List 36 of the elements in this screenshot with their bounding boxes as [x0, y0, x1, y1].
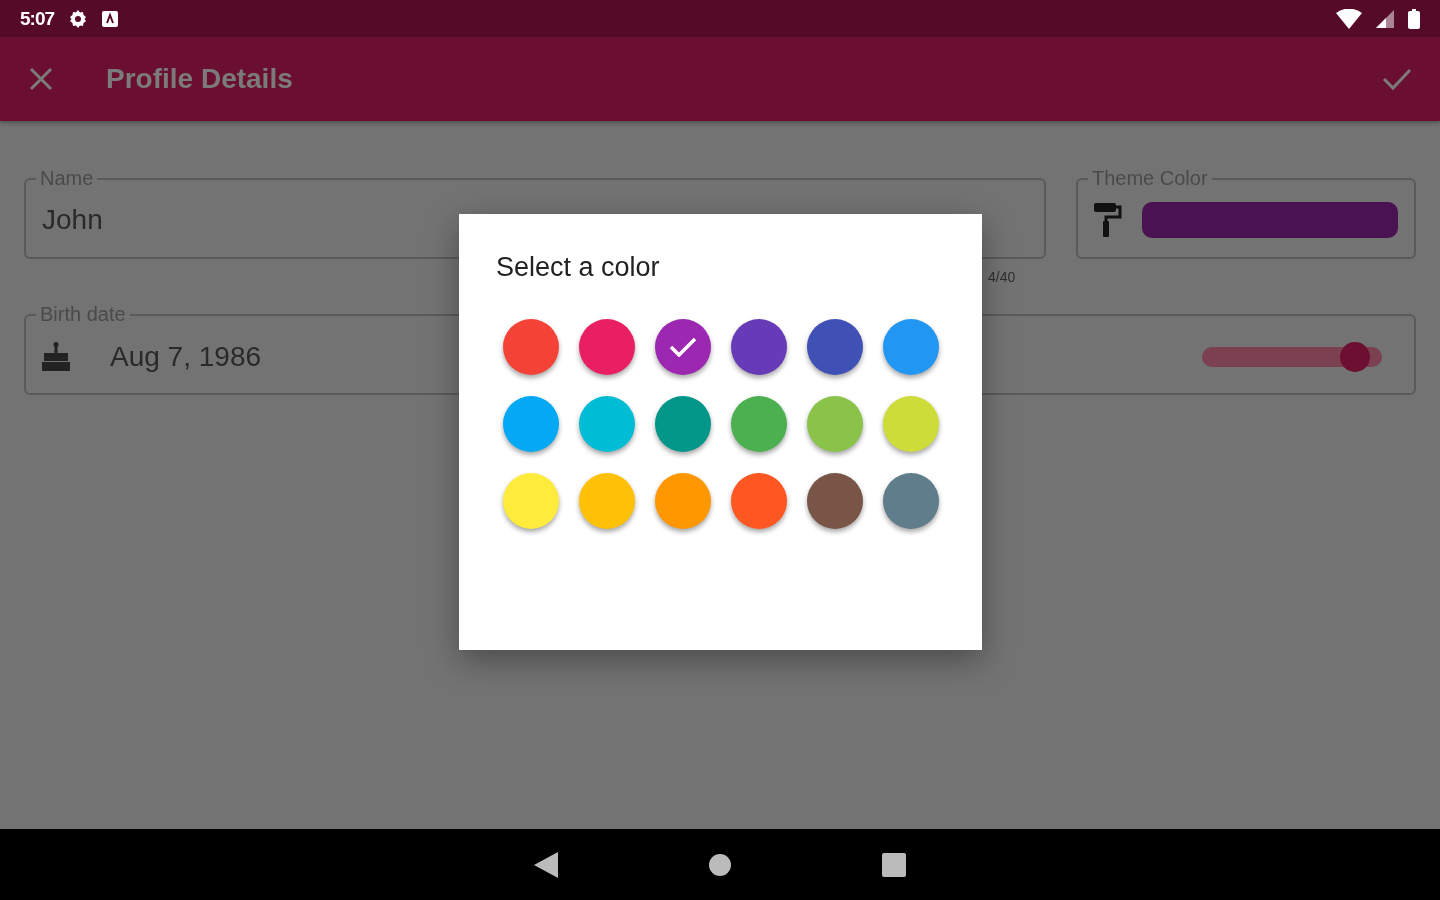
color-swatch[interactable]: [579, 396, 635, 452]
checkmark-icon: [669, 337, 697, 357]
color-swatch[interactable]: [579, 319, 635, 375]
color-swatch[interactable]: [655, 319, 711, 375]
settings-icon: [68, 8, 89, 29]
color-swatch[interactable]: [731, 473, 787, 529]
color-swatch[interactable]: [807, 473, 863, 529]
color-swatch[interactable]: [503, 319, 559, 375]
home-button[interactable]: [708, 852, 732, 877]
paint-roller-icon: [1094, 202, 1122, 237]
clock-time: 5:07: [20, 7, 55, 30]
battery-icon: [1408, 8, 1420, 29]
signal-icon: [1376, 9, 1394, 28]
cake-icon: [42, 342, 70, 372]
color-swatch[interactable]: [807, 319, 863, 375]
color-swatch[interactable]: [883, 319, 939, 375]
color-swatch[interactable]: [883, 396, 939, 452]
color-swatch[interactable]: [807, 396, 863, 452]
color-swatch[interactable]: [503, 473, 559, 529]
color-swatch[interactable]: [883, 473, 939, 529]
color-swatch[interactable]: [731, 396, 787, 452]
recents-button[interactable]: [882, 852, 906, 877]
close-button[interactable]: [28, 66, 54, 92]
back-button[interactable]: [534, 851, 558, 878]
notification-icon: [102, 10, 119, 27]
character-counter: 4/40: [988, 269, 1016, 287]
color-swatch[interactable]: [503, 396, 559, 452]
wifi-icon: [1336, 8, 1362, 29]
color-swatch[interactable]: [655, 396, 711, 452]
color-swatch[interactable]: [579, 473, 635, 529]
color-swatch[interactable]: [731, 319, 787, 375]
slider-track[interactable]: [1202, 342, 1382, 372]
screen-title: Profile Details: [106, 63, 294, 95]
color-swatch[interactable]: [655, 473, 711, 529]
slider-thumb[interactable]: [1340, 342, 1370, 372]
confirm-button[interactable]: [1382, 67, 1412, 91]
